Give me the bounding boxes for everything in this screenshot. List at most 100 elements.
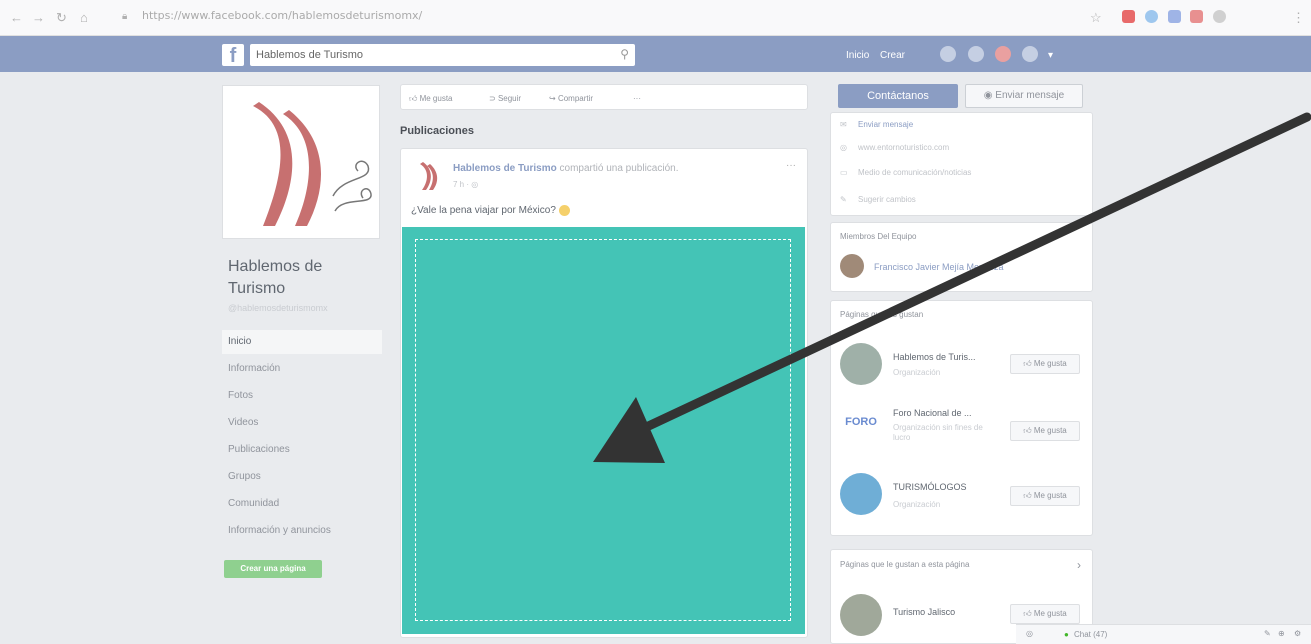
- share-button[interactable]: ↪ Compartir: [549, 94, 593, 103]
- extension-icon[interactable]: [1190, 10, 1203, 23]
- search-input[interactable]: Hablemos de Turismo ⚲: [250, 44, 635, 66]
- extension-icon[interactable]: [1213, 10, 1226, 23]
- search-icon[interactable]: ⚲: [620, 47, 629, 61]
- post-text-value: ¿Vale la pena viajar por México?: [411, 205, 556, 217]
- friends-icon[interactable]: [940, 46, 956, 62]
- liked-page-name[interactable]: TURISMÓLOGOS: [893, 482, 967, 492]
- like-label: Me gusta: [1033, 491, 1067, 500]
- info-category-label: Medio de comunicación/noticias: [858, 168, 972, 177]
- left-nav-item[interactable]: Fotos: [222, 384, 382, 408]
- help-icon[interactable]: [1022, 46, 1038, 62]
- forward-icon[interactable]: →: [32, 10, 45, 25]
- globe-icon: ◎: [471, 180, 479, 189]
- like-label: Me gusta: [419, 94, 453, 103]
- liked-page-like-button[interactable]: 👍︎ Me gusta: [1010, 354, 1080, 374]
- left-nav-item[interactable]: Información: [222, 357, 382, 381]
- facebook-logo[interactable]: f: [222, 44, 244, 67]
- liked-page-avatar[interactable]: [840, 343, 882, 385]
- chevron-right-icon[interactable]: ›: [1077, 558, 1081, 572]
- page-handle[interactable]: @hablemosdeturismomx: [228, 303, 328, 313]
- info-suggest-edits[interactable]: ✎ Sugerir cambios: [840, 195, 916, 204]
- info-category[interactable]: ▭ Medio de comunicación/noticias: [840, 168, 971, 177]
- pencil-icon: ✎: [840, 195, 847, 204]
- page-name[interactable]: Turismo Jalisco: [893, 607, 955, 617]
- page-logo: [253, 102, 372, 226]
- follow-button[interactable]: ⊃ Seguir: [489, 94, 521, 103]
- info-send-message-label: Enviar mensaje: [858, 120, 914, 129]
- message-icon: ✉: [840, 120, 847, 129]
- facebook-top-bar: [0, 36, 1311, 72]
- liked-page-name[interactable]: Foro Nacional de ...: [893, 408, 972, 418]
- liked-pages-heading: Páginas que les gustan: [840, 310, 924, 319]
- emoji-icon: [558, 205, 570, 216]
- extension-icon[interactable]: [1145, 10, 1158, 23]
- left-nav-item[interactable]: Comunidad: [222, 492, 382, 516]
- info-website-label: www.entornoturistico.com: [858, 143, 950, 152]
- info-send-message[interactable]: ✉ Enviar mensaje: [840, 120, 913, 129]
- post-image-placeholder[interactable]: [402, 227, 805, 634]
- like-label: Me gusta: [1033, 609, 1067, 618]
- category-icon: ▭: [840, 168, 848, 177]
- send-message-button[interactable]: ◉ Enviar mensaje: [965, 84, 1083, 108]
- lock-icon: 🔒︎: [122, 11, 128, 22]
- post-action-text: compartió una publicación.: [556, 163, 679, 174]
- extension-icon[interactable]: [1168, 10, 1181, 23]
- left-nav-item[interactable]: Grupos: [222, 465, 382, 489]
- liked-page-avatar[interactable]: [840, 473, 882, 515]
- messenger-icon: ◉: [983, 90, 996, 101]
- page-like-button[interactable]: 👍︎ Me gusta: [1010, 604, 1080, 624]
- dashed-border: [415, 239, 791, 621]
- nav-home-link[interactable]: Inicio: [846, 50, 869, 61]
- liked-page-like-button[interactable]: 👍︎ Me gusta: [1010, 421, 1080, 441]
- page-title: Hablemos de Turismo: [228, 258, 323, 297]
- create-page-button[interactable]: Crear una página: [224, 560, 322, 578]
- post-time-value: 7 h: [453, 180, 465, 189]
- messenger-icon[interactable]: [968, 46, 984, 62]
- chat-label[interactable]: Chat (47): [1074, 630, 1107, 639]
- post-author-link[interactable]: Hablemos de Turismo: [453, 163, 557, 174]
- menu-icon[interactable]: ⋮: [1292, 10, 1305, 26]
- post-options-button[interactable]: ···: [786, 160, 796, 171]
- left-nav-item[interactable]: Videos: [222, 411, 382, 435]
- contact-button[interactable]: Contáctanos: [838, 84, 958, 108]
- settings-icon[interactable]: ⚙: [1294, 629, 1301, 638]
- url-bar[interactable]: https://www.facebook.com/hablemosdeturis…: [142, 9, 422, 22]
- post-header: Hablemos de Turismo compartió una public…: [453, 163, 678, 174]
- reload-icon[interactable]: ↻: [56, 10, 67, 26]
- team-member-name[interactable]: Francisco Javier Mejía Mendoza: [874, 262, 1004, 272]
- page-profile-picture[interactable]: [222, 85, 380, 239]
- post-timestamp[interactable]: 7 h · ◎: [453, 180, 478, 189]
- like-label: Me gusta: [1033, 426, 1067, 435]
- notifications-icon[interactable]: [995, 46, 1011, 62]
- liked-page-category: Organización sin fines de lucro: [893, 423, 983, 442]
- bookmark-star-icon[interactable]: ☆: [1090, 10, 1102, 26]
- online-dot-icon: ●: [1064, 630, 1069, 639]
- globe-icon[interactable]: ◎: [1026, 629, 1033, 638]
- post-author-avatar[interactable]: [414, 160, 442, 194]
- page-avatar[interactable]: [840, 594, 882, 636]
- info-website[interactable]: ◎ www.entornoturistico.com: [840, 143, 949, 152]
- foro-logo-icon: FORO: [845, 416, 877, 428]
- home-icon[interactable]: ⌂: [80, 10, 88, 25]
- add-people-icon[interactable]: ⊕: [1278, 629, 1285, 638]
- left-nav-item[interactable]: Información y anuncios: [222, 519, 382, 543]
- liked-page-category: Organización: [893, 500, 941, 509]
- left-nav-item[interactable]: Publicaciones: [222, 438, 382, 462]
- pages-liked-by-page-heading: Páginas que le gustan a esta página: [840, 560, 970, 569]
- extension-icon[interactable]: [1122, 10, 1135, 23]
- browser-toolbar: ← → ↻ ⌂ 🔒︎ https://www.facebook.com/habl…: [0, 0, 1311, 36]
- info-suggest-label: Sugerir cambios: [858, 195, 916, 204]
- chat-bar[interactable]: ◎ ● Chat (47) ✎ ⊕ ⚙: [1016, 624, 1311, 644]
- liked-page-avatar[interactable]: FORO: [840, 408, 882, 450]
- team-member-avatar[interactable]: [840, 254, 864, 278]
- more-options-button[interactable]: ···: [633, 94, 641, 103]
- account-menu-icon[interactable]: ▾: [1048, 50, 1053, 61]
- left-nav-item[interactable]: Inicio: [222, 330, 382, 354]
- new-message-icon[interactable]: ✎: [1264, 629, 1271, 638]
- search-value: Hablemos de Turismo: [256, 49, 363, 61]
- nav-create-link[interactable]: Crear: [880, 50, 905, 61]
- liked-page-like-button[interactable]: 👍︎ Me gusta: [1010, 486, 1080, 506]
- back-icon[interactable]: ←: [10, 10, 23, 25]
- like-page-button[interactable]: 👍︎ Me gusta: [409, 94, 453, 104]
- liked-page-name[interactable]: Hablemos de Turis...: [893, 352, 976, 362]
